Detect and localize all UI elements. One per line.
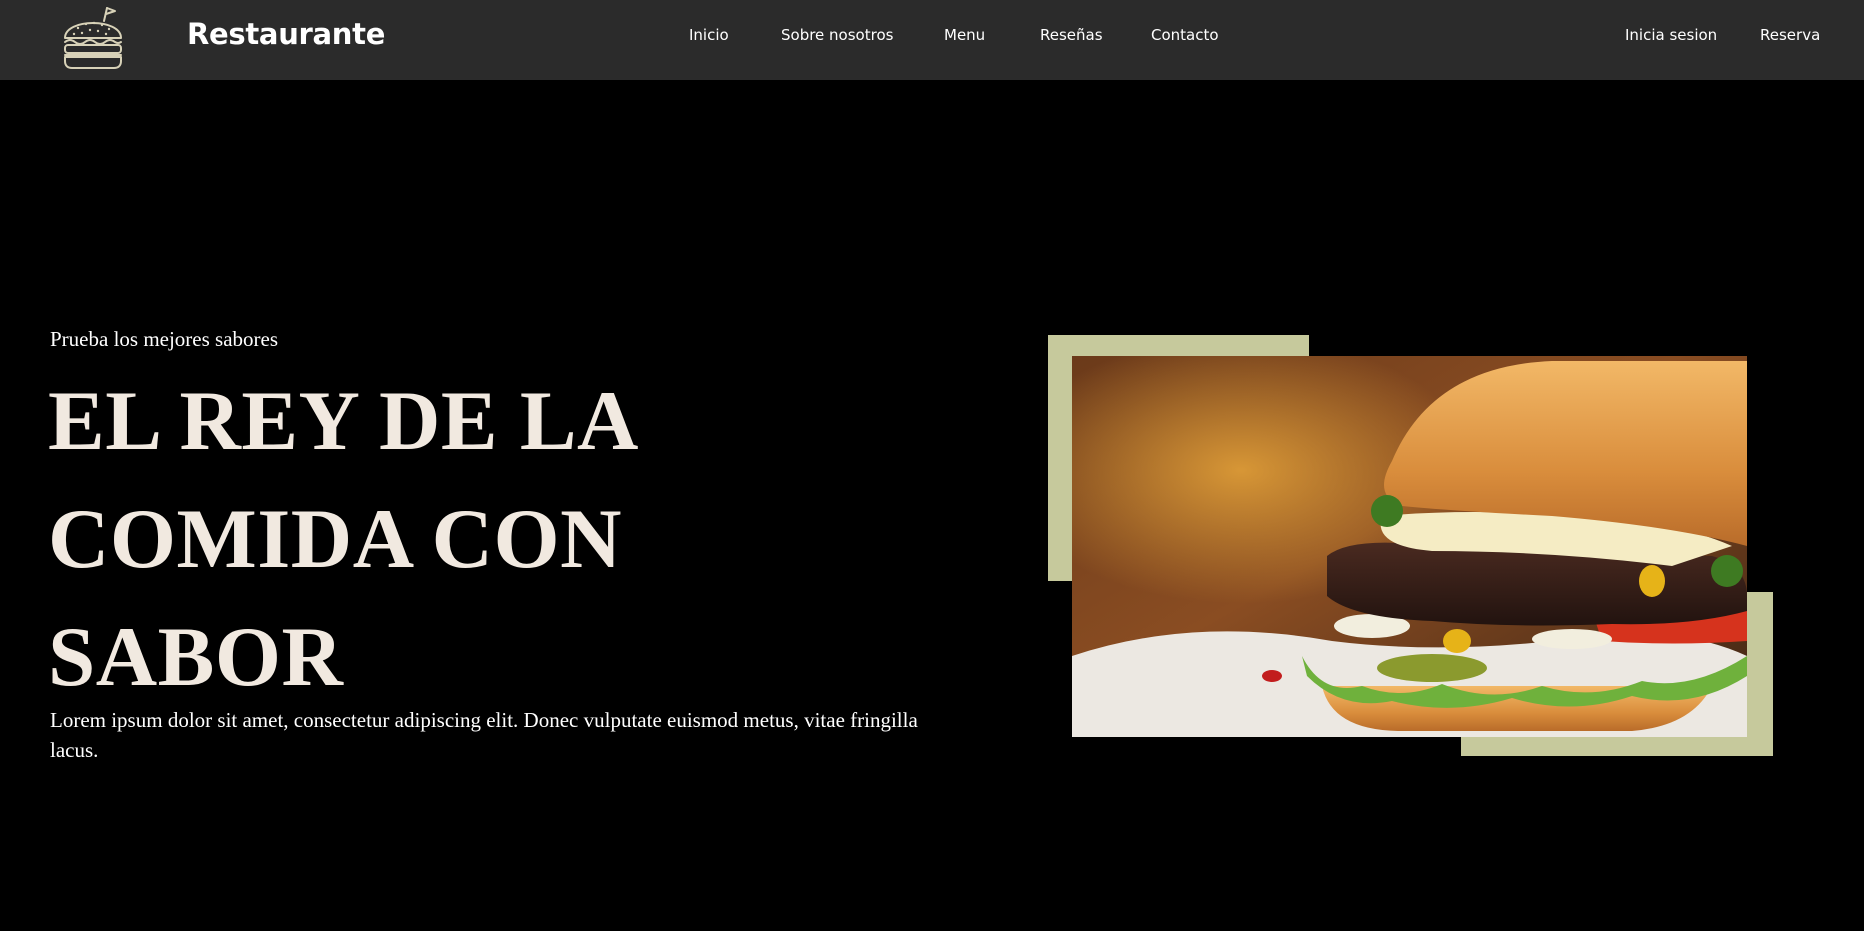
reserve-link[interactable]: Reserva xyxy=(1760,26,1820,44)
hero-kicker: Prueba los mejores sabores xyxy=(50,327,279,351)
hero-title: EL REY DE LA COMIDA CON SABOR xyxy=(48,362,808,716)
hero-title-line: EL REY DE LA xyxy=(48,374,639,468)
hero-title-line: SABOR xyxy=(48,610,344,704)
nav-link-contacto[interactable]: Contacto xyxy=(1151,26,1219,44)
login-link[interactable]: Inicia sesion xyxy=(1625,26,1717,44)
hero-title-line: COMIDA CON xyxy=(48,492,623,586)
burger-photo xyxy=(1072,356,1747,737)
burger-icon[interactable] xyxy=(60,4,126,72)
nav-link-sobre-nosotros[interactable]: Sobre nosotros xyxy=(781,26,893,44)
brand-name[interactable]: Restaurante xyxy=(187,17,385,51)
hero-description: Lorem ipsum dolor sit amet, consectetur … xyxy=(50,708,918,762)
nav-link-resenas[interactable]: Reseñas xyxy=(1040,26,1103,44)
navbar: Restaurante Inicio Sobre nosotros Menu R… xyxy=(0,0,1864,80)
nav-link-inicio[interactable]: Inicio xyxy=(689,26,729,44)
nav-link-menu[interactable]: Menu xyxy=(944,26,985,44)
